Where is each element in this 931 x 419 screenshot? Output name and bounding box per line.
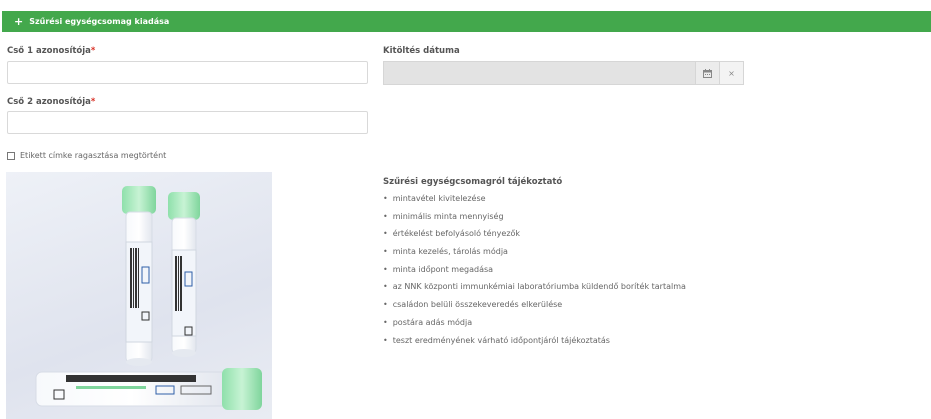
info-item: minimális minta mennyiség [383, 208, 686, 226]
tube-right [168, 192, 200, 357]
sample-tubes-image [6, 172, 272, 419]
info-item: családon belüli összekeveredés elkerülés… [383, 296, 686, 314]
calendar-button[interactable] [696, 61, 720, 85]
tube2-label: Cső 2 azonosítója* [7, 97, 95, 107]
plus-icon: + [14, 15, 24, 28]
tube-lying [35, 368, 262, 410]
header-bar[interactable]: + Szűrési egységcsomag kiadása [2, 11, 931, 32]
tube-left [122, 186, 156, 366]
tube2-input[interactable] [7, 111, 368, 134]
header-title: Szűrési egységcsomag kiadása [29, 17, 170, 26]
info-item: minta időpont megadása [383, 261, 686, 279]
calendar-icon [703, 68, 712, 78]
required-mark: * [90, 46, 96, 56]
info-title: Szűrési egységcsomagról tájékoztató [383, 177, 563, 187]
tube1-label-text: Cső 1 azonosítója [7, 46, 91, 56]
clear-date-button[interactable]: × [720, 61, 744, 85]
info-item: postára adás módja [383, 314, 686, 332]
tube1-input[interactable] [7, 61, 368, 84]
info-item: az NNK központi immunkémiai laboratórium… [383, 278, 686, 296]
sample-tubes-illustration [35, 186, 262, 410]
checkbox-label: Etikett címke ragasztása megtörtént [20, 151, 167, 160]
info-item: értékelést befolyásoló tényezők [383, 225, 686, 243]
tube2-label-text: Cső 2 azonosítója [7, 97, 91, 107]
tube1-label: Cső 1 azonosítója* [7, 46, 95, 56]
info-list: mintavétel kivitelezése minimális minta … [383, 190, 686, 349]
label-sticker-checkbox-row[interactable]: Etikett címke ragasztása megtörtént [7, 151, 166, 160]
required-mark: * [90, 97, 96, 107]
date-input[interactable] [383, 61, 696, 85]
info-item: minta kezelés, tárolás módja [383, 243, 686, 261]
info-item: mintavétel kivitelezése [383, 190, 686, 208]
info-item: teszt eredményének várható időpontjáról … [383, 332, 686, 350]
date-label: Kitöltés dátuma [383, 46, 460, 56]
label-sticker-checkbox[interactable] [7, 151, 15, 160]
